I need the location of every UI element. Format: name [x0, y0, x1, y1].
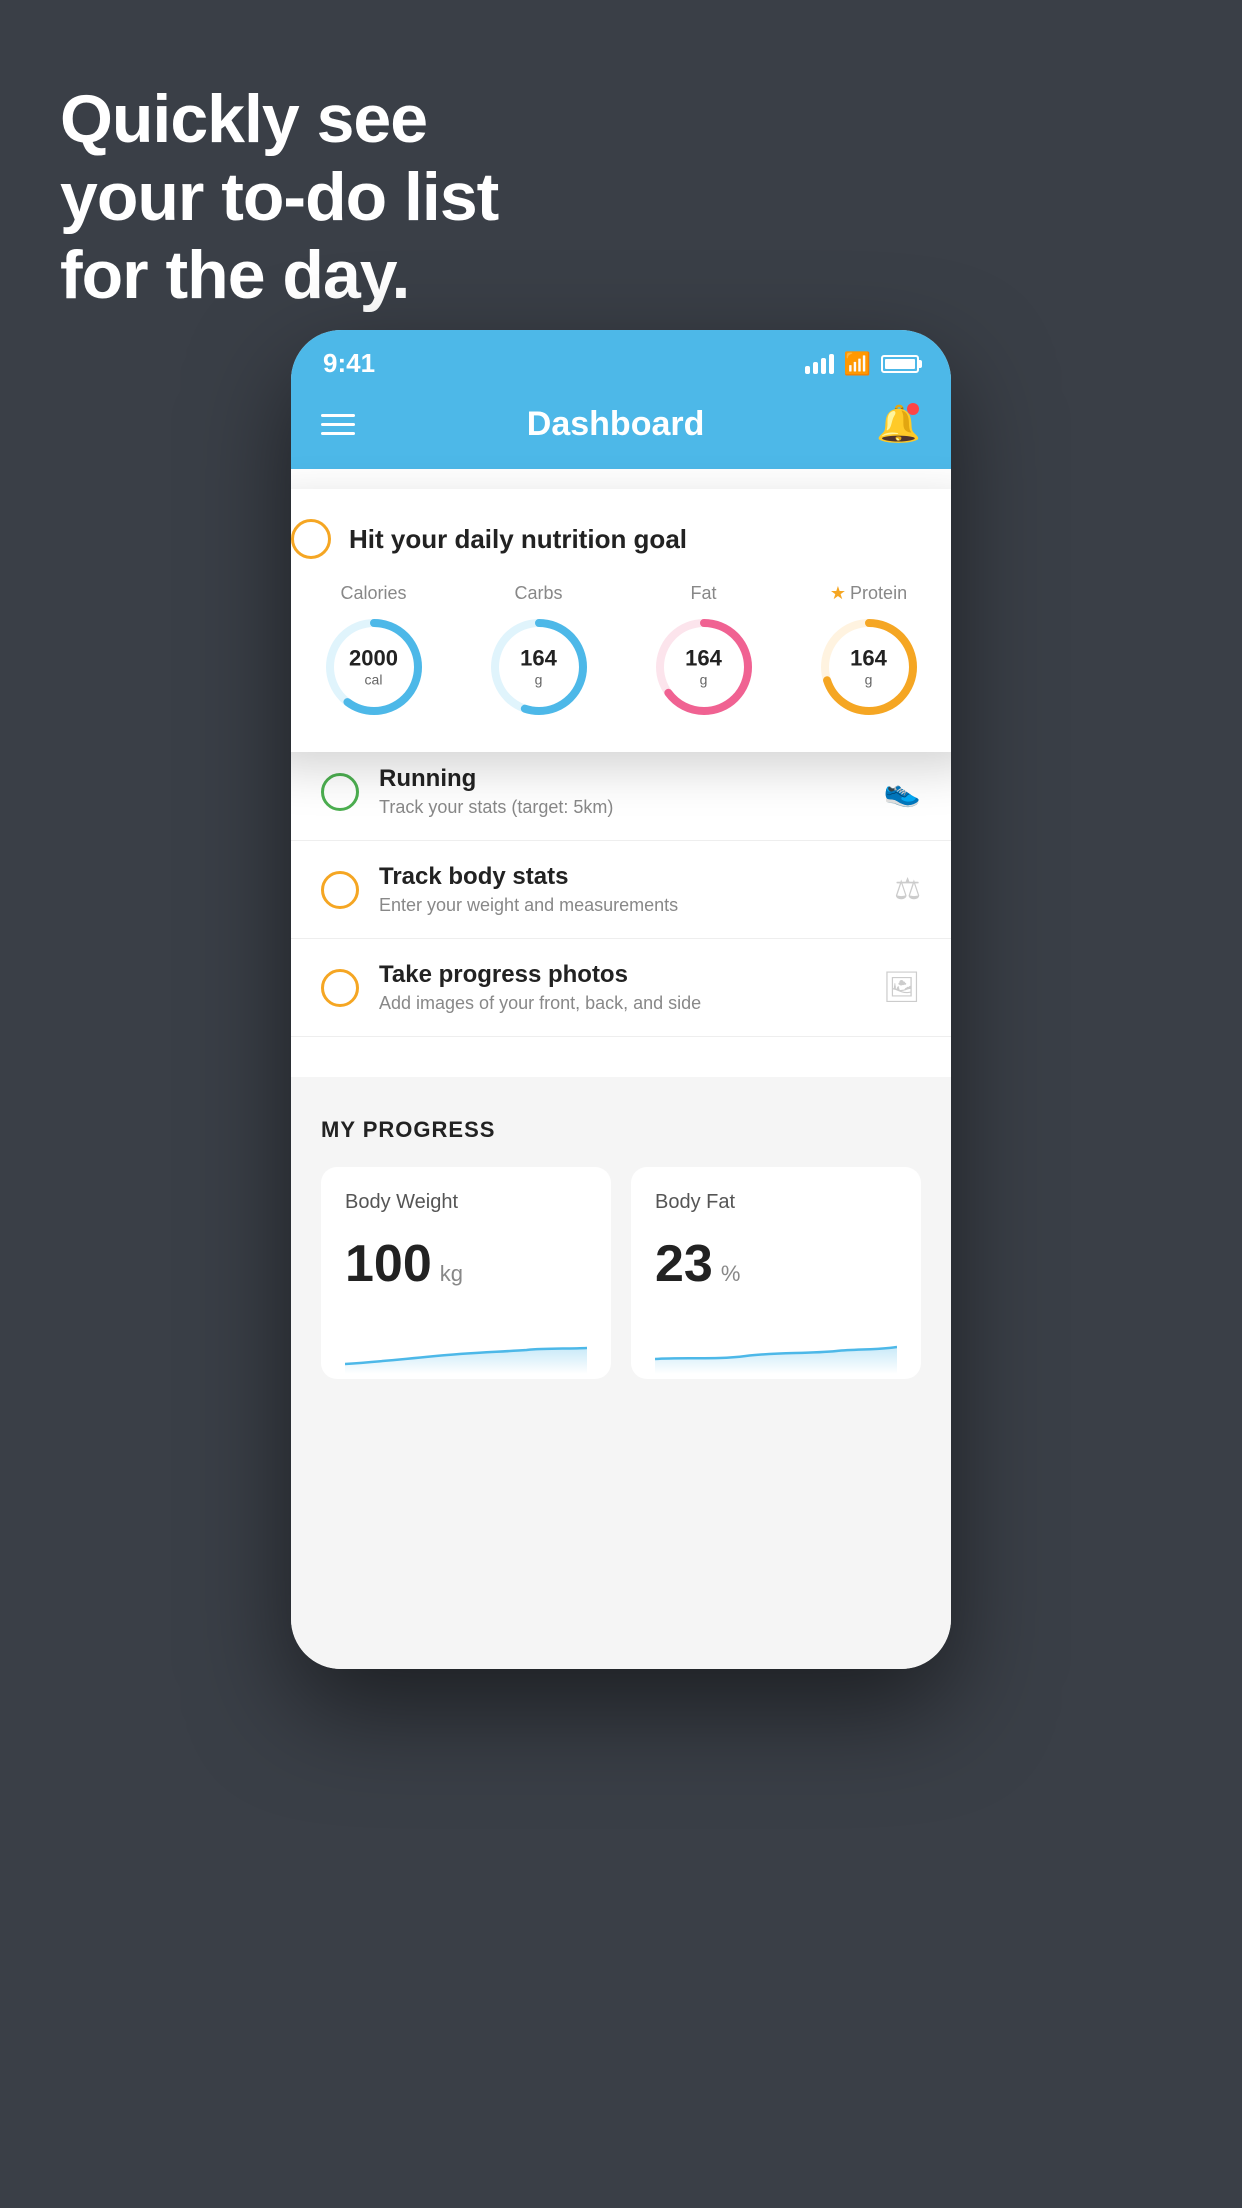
protein-unit: g — [850, 672, 887, 689]
nav-bar: Dashboard 🔔 — [291, 387, 951, 469]
macro-fat: Fat 164 g — [649, 583, 759, 722]
protein-value: 164 — [850, 645, 887, 671]
carbs-value: 164 — [520, 645, 557, 671]
body-weight-chart — [345, 1324, 587, 1374]
running-icon: 👟 — [884, 774, 921, 809]
body-fat-value-row: 23 % — [655, 1234, 897, 1294]
body-weight-value: 100 — [345, 1234, 432, 1294]
card-header: Hit your daily nutrition goal — [291, 519, 951, 559]
star-icon: ★ — [830, 583, 846, 604]
carbs-text: 164 g — [520, 645, 557, 688]
body-fat-value: 23 — [655, 1234, 713, 1294]
body-weight-title: Body Weight — [345, 1191, 587, 1214]
carbs-ring: 164 g — [484, 612, 594, 722]
carbs-unit: g — [520, 672, 557, 689]
body-fat-chart — [655, 1324, 897, 1374]
status-bar: 9:41 📶 — [291, 330, 951, 387]
body-stats-texts: Track body stats Enter your weight and m… — [379, 863, 874, 916]
macro-carbs: Carbs 164 g — [484, 583, 594, 722]
scale-icon: ⚖ — [894, 872, 921, 907]
calories-text: 2000 cal — [349, 645, 398, 688]
spacer — [291, 1037, 951, 1077]
hero-title: Quickly see your to-do list for the day. — [60, 80, 498, 315]
notification-button[interactable]: 🔔 — [876, 403, 921, 445]
body-stats-sub: Enter your weight and measurements — [379, 895, 874, 916]
phone-mockup: 9:41 📶 Dashboard 🔔 — [291, 330, 951, 1669]
menu-button[interactable] — [321, 414, 355, 435]
todo-list: Running Track your stats (target: 5km) 👟… — [291, 743, 951, 1037]
status-icons: 📶 — [805, 351, 919, 377]
running-name: Running — [379, 765, 864, 793]
app-content: THINGS TO DO TODAY Hit your daily nutrit… — [291, 469, 951, 1669]
photos-texts: Take progress photos Add images of your … — [379, 961, 863, 1014]
notification-dot — [907, 403, 919, 415]
nutrition-card[interactable]: Hit your daily nutrition goal Calories — [291, 489, 951, 752]
fat-label: Fat — [690, 583, 716, 604]
macro-protein: ★ Protein 164 g — [814, 583, 924, 722]
battery-fill — [885, 359, 915, 369]
body-fat-unit: % — [721, 1261, 741, 1287]
running-check — [321, 773, 359, 811]
time-display: 9:41 — [323, 348, 375, 379]
nutrition-title: Hit your daily nutrition goal — [349, 524, 687, 555]
body-fat-card[interactable]: Body Fat 23 % — [631, 1167, 921, 1379]
body-weight-value-row: 100 kg — [345, 1234, 587, 1294]
body-stats-name: Track body stats — [379, 863, 874, 891]
body-fat-title: Body Fat — [655, 1191, 897, 1214]
photos-name: Take progress photos — [379, 961, 863, 989]
body-stats-check — [321, 871, 359, 909]
progress-section: MY PROGRESS Body Weight 100 kg — [291, 1077, 951, 1409]
phone-screen: 9:41 📶 Dashboard 🔔 — [291, 330, 951, 1669]
progress-section-title: MY PROGRESS — [321, 1117, 921, 1143]
photo-icon: 🖼 — [883, 970, 921, 1005]
calories-unit: cal — [349, 672, 398, 689]
progress-cards-row: Body Weight 100 kg — [321, 1167, 921, 1379]
calories-ring: 2000 cal — [319, 612, 429, 722]
carbs-label: Carbs — [514, 583, 562, 604]
battery-icon — [881, 355, 919, 373]
signal-icon — [805, 354, 834, 374]
protein-text: 164 g — [850, 645, 887, 688]
todo-item-body-stats[interactable]: Track body stats Enter your weight and m… — [291, 841, 951, 939]
calories-value: 2000 — [349, 645, 398, 671]
photos-check — [321, 969, 359, 1007]
nutrition-check-circle — [291, 519, 331, 559]
phone-bottom — [291, 1409, 951, 1439]
photos-sub: Add images of your front, back, and side — [379, 993, 863, 1014]
fat-value: 164 — [685, 645, 722, 671]
running-texts: Running Track your stats (target: 5km) — [379, 765, 864, 818]
running-sub: Track your stats (target: 5km) — [379, 797, 864, 818]
protein-ring: 164 g — [814, 612, 924, 722]
body-weight-card[interactable]: Body Weight 100 kg — [321, 1167, 611, 1379]
fat-unit: g — [685, 672, 722, 689]
protein-label: ★ Protein — [830, 583, 907, 604]
todo-item-running[interactable]: Running Track your stats (target: 5km) 👟 — [291, 743, 951, 841]
body-weight-unit: kg — [440, 1261, 463, 1287]
calories-label: Calories — [340, 583, 406, 604]
fat-text: 164 g — [685, 645, 722, 688]
macro-calories: Calories 2000 cal — [319, 583, 429, 722]
wifi-icon: 📶 — [844, 351, 871, 377]
fat-ring: 164 g — [649, 612, 759, 722]
todo-item-photos[interactable]: Take progress photos Add images of your … — [291, 939, 951, 1037]
nav-title: Dashboard — [527, 405, 705, 444]
macros-row: Calories 2000 cal — [291, 583, 951, 722]
